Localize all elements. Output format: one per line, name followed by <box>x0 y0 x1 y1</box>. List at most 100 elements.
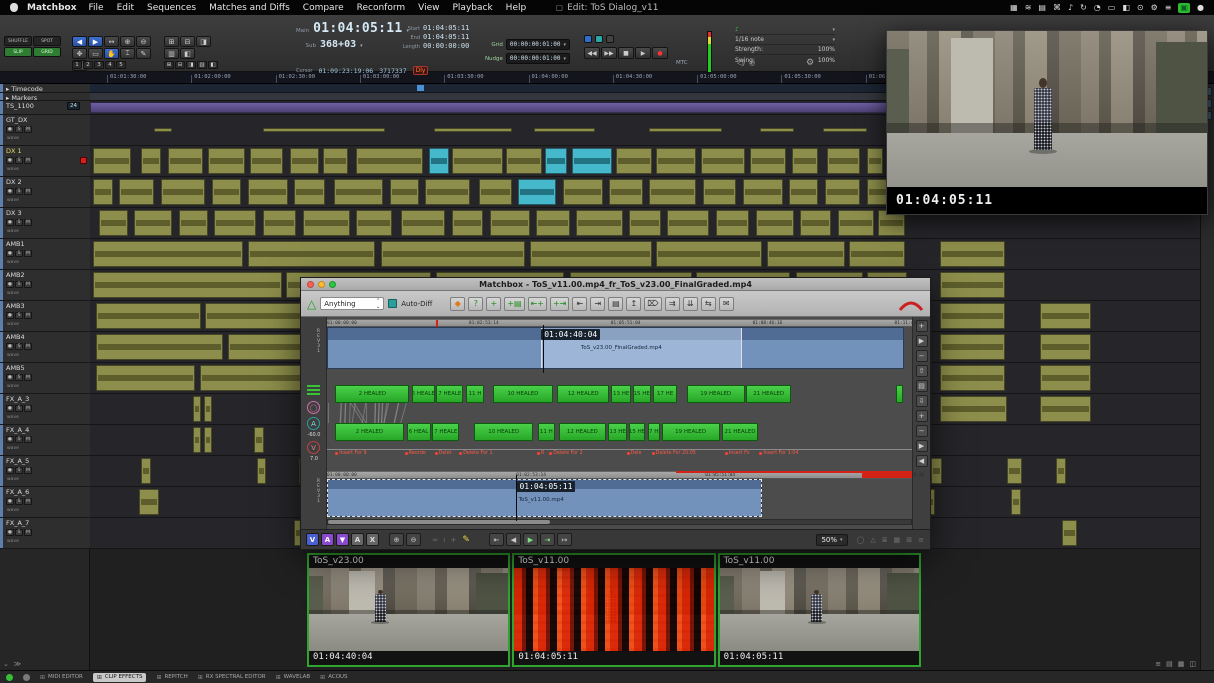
pencil-icon[interactable]: ✎ <box>459 535 473 545</box>
audio-clip[interactable] <box>629 210 660 236</box>
rail-button[interactable]: ⇧ <box>916 365 928 377</box>
audio-clip[interactable] <box>649 179 696 205</box>
audio-clip[interactable] <box>825 179 861 205</box>
track-view-label[interactable]: wave <box>7 322 19 327</box>
audio-clip[interactable] <box>767 241 845 267</box>
audio-clip[interactable] <box>390 179 419 205</box>
edit-marker[interactable]: Delete For 1 <box>459 451 492 456</box>
edit-marker[interactable]: Delet <box>435 451 452 456</box>
menu-item[interactable]: Reconform <box>357 3 406 13</box>
screenshare-icon[interactable]: ▣ <box>1178 3 1190 13</box>
edit-mode-button[interactable]: SPOT <box>33 36 61 46</box>
record-enable-button[interactable]: ● <box>6 343 14 350</box>
edit-marker[interactable]: Insert Fo <box>725 451 750 456</box>
track-name[interactable]: FX_A_3 <box>6 395 29 403</box>
track-name[interactable]: FX_A_7 <box>6 519 29 527</box>
healed-match-block[interactable]: 21 HEALED <box>722 423 758 441</box>
track-view-label[interactable]: wave <box>7 446 19 451</box>
audio-badge-icon[interactable]: A <box>307 417 320 430</box>
audio-clip[interactable] <box>356 210 392 236</box>
audio-clip[interactable] <box>609 179 642 205</box>
audio-clip[interactable] <box>789 179 818 205</box>
audio-clip[interactable] <box>940 365 1004 391</box>
healed-match-block[interactable]: 11 H <box>538 423 556 441</box>
audio-clip[interactable] <box>931 458 942 484</box>
audio-clip[interactable] <box>750 148 786 174</box>
mute-button[interactable]: M <box>24 436 32 443</box>
mute-button[interactable]: M <box>24 374 32 381</box>
menu-item[interactable]: Sequences <box>147 3 196 13</box>
link-icon[interactable]: ◯ <box>307 401 320 414</box>
audio-clip[interactable] <box>208 148 246 174</box>
audio-clip[interactable] <box>530 241 652 267</box>
main-counter-value[interactable]: 01:04:05:11 <box>313 21 402 36</box>
record-enable-button[interactable]: ● <box>6 188 14 195</box>
tool-button[interactable]: ▶ <box>88 36 103 47</box>
track-header[interactable]: TS_110024 <box>0 101 90 115</box>
mute-button[interactable]: M <box>24 281 32 288</box>
audio-clip[interactable] <box>849 241 905 267</box>
audio-clip[interactable] <box>294 179 325 205</box>
mute-button[interactable]: M <box>24 312 32 319</box>
rail-button[interactable]: + <box>916 410 928 422</box>
nav-button[interactable]: ↦ <box>557 533 572 546</box>
track-view-label[interactable]: wave <box>7 353 19 358</box>
rail-button[interactable]: − <box>916 425 928 437</box>
dock-item[interactable]: ⊞ACOUS <box>320 674 347 681</box>
audio-clip[interactable] <box>701 148 745 174</box>
audio-clip[interactable] <box>756 210 794 236</box>
add-list-button[interactable]: +▤ <box>504 297 524 311</box>
corner-right-icons[interactable]: ≡▤▦◫ <box>1155 660 1196 668</box>
tool-button[interactable]: ▭ <box>88 48 103 59</box>
healed-match-block[interactable]: 2 HEALED <box>335 423 403 441</box>
healed-match-block[interactable]: 17 HE <box>648 423 660 441</box>
mute-button[interactable]: M <box>24 188 32 195</box>
zoom-preset-button[interactable]: 2 <box>83 61 93 69</box>
edit-marker[interactable]: Delete For 20:05 <box>652 451 696 456</box>
audio-clip[interactable] <box>429 148 449 174</box>
healed-match-block[interactable]: 19 HEALED <box>662 423 720 441</box>
transport-button[interactable]: ■ <box>618 47 634 59</box>
solo-button[interactable]: S <box>15 188 23 195</box>
mute-button[interactable]: M <box>24 157 32 164</box>
track-header[interactable]: DX 2●SMwave <box>0 177 90 208</box>
app-menu[interactable]: Matchbox <box>27 3 77 13</box>
zoom-out-button[interactable]: ⊖ <box>406 533 421 546</box>
record-enable-button[interactable]: ● <box>6 126 14 133</box>
audio-clip[interactable] <box>179 210 208 236</box>
audio-clip[interactable] <box>134 210 172 236</box>
apple-menu-icon[interactable] <box>10 3 18 12</box>
audio-clip[interactable] <box>760 128 793 133</box>
audio-clip[interactable] <box>490 210 530 236</box>
tool-button[interactable]: ▥ <box>164 48 179 59</box>
solo-button[interactable]: S <box>15 436 23 443</box>
solo-button[interactable]: S <box>15 529 23 536</box>
tool-button[interactable]: ▥ <box>197 61 207 69</box>
transport-button[interactable]: ◀◀ <box>584 47 600 59</box>
split-button[interactable]: ⇉ <box>665 297 680 311</box>
track-header[interactable]: AMB2●SMwave <box>0 270 90 301</box>
healed-match-block[interactable]: 11 H <box>466 385 485 403</box>
help-button[interactable]: ? <box>468 297 483 311</box>
solo-button[interactable]: S <box>15 281 23 288</box>
tool-button[interactable]: ✋ <box>104 48 119 59</box>
audio-clip[interactable] <box>1040 303 1091 329</box>
dock-item[interactable]: ⊞REPITCH <box>156 674 187 681</box>
selection-start[interactable]: 01:04:05:11 <box>423 24 469 32</box>
audio-clip[interactable] <box>940 396 1007 422</box>
delay-indicator[interactable]: Dly <box>413 66 429 75</box>
dock-item[interactable]: ⊞CLIP EFFECTS <box>93 673 147 682</box>
audio-clip[interactable] <box>1007 458 1023 484</box>
audio-clip[interactable] <box>506 148 542 174</box>
alt-audio-toggle[interactable]: A <box>351 533 364 546</box>
audio-clip[interactable] <box>649 128 721 133</box>
record-enable-button[interactable]: ● <box>6 281 14 288</box>
zoom-button[interactable] <box>329 281 336 288</box>
rail-button[interactable]: ▶ <box>916 335 928 347</box>
zoom-in-button[interactable]: ⊕ <box>389 533 404 546</box>
healed-match-block[interactable]: 7 HEALE <box>436 385 463 403</box>
diamond-icon[interactable]: ◆ <box>450 297 465 311</box>
record-enable-button[interactable]: ● <box>6 405 14 412</box>
comparison-thumbnail[interactable]: ToS_v11.0001:04:05:11 <box>718 553 921 667</box>
comparison-thumbnail[interactable]: ToS_v23.0001:04:40:04 <box>307 553 510 667</box>
